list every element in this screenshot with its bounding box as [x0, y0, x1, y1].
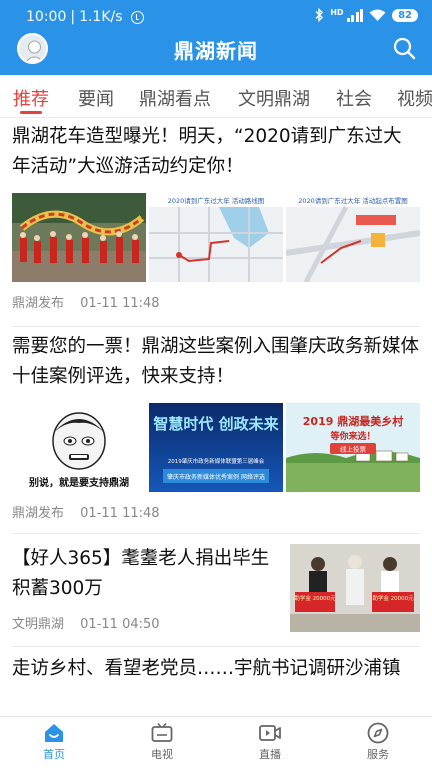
- tab-video[interactable]: 视频: [397, 85, 432, 111]
- news-thumbnails: 2020请到广东过大年 活动路线图 2020请到广东过大年 活动起点布置图: [12, 193, 420, 282]
- status-speed: 1.1K/s: [79, 9, 123, 25]
- nav-home-label: 首页: [43, 748, 65, 761]
- search-icon[interactable]: [392, 36, 416, 60]
- divider: [12, 326, 420, 327]
- news-thumbnail: 智慧时代 创政未来 2019肇庆市政务新媒体联盟第三届峰会 肇庆市政务新媒体优秀…: [149, 403, 283, 492]
- village-poster: 2019 鼎湖最美乡村 等你来选！ 线上投票: [286, 403, 420, 492]
- home-icon: [45, 724, 63, 742]
- donation-photo: 助学金 20000元 助学金 20000元: [290, 544, 420, 632]
- news-meta: 鼎湖发布 01-11 11:48: [12, 502, 160, 521]
- news-thumbnail: 2019 鼎湖最美乡村 等你来选！ 线上投票: [286, 403, 420, 492]
- news-thumbnail: 2020请到广东过大年 活动起点布置图: [286, 193, 420, 282]
- tab-society[interactable]: 社会: [336, 85, 372, 111]
- news-thumbnail: 2020请到广东过大年 活动路线图: [149, 193, 283, 282]
- live-video-icon: [259, 725, 281, 741]
- news-feed: 鼎湖花车造型曝光！明天，“2020请到广东过大年活动”大巡游活动约定你！ 202…: [0, 118, 432, 716]
- wifi-icon: [369, 9, 386, 21]
- nav-tv[interactable]: 电视: [108, 717, 216, 768]
- news-thumbnail: 别说，就是要支持鼎湖: [12, 403, 146, 492]
- nav-tv-label: 电视: [151, 748, 173, 761]
- news-item[interactable]: 鼎湖花车造型曝光！明天，“2020请到广东过大年活动”大巡游活动约定你！ 202…: [0, 118, 432, 322]
- news-item[interactable]: 【好人365】耄耋老人捐出毕生积蓄300万 文明鼎湖 01-11 04:50 助…: [0, 538, 432, 638]
- news-time: 01-11 04:50: [80, 617, 160, 632]
- tab-dinghu-highlights[interactable]: 鼎湖看点: [139, 85, 211, 111]
- meme-caption: 别说，就是要支持鼎湖: [28, 476, 129, 489]
- news-title: 走访乡村、看望老党员……宇航书记调研沙浦镇: [12, 658, 401, 679]
- nav-live-label: 直播: [259, 748, 281, 761]
- status-time: 10:00: [26, 9, 67, 25]
- summit-banner: 肇庆市政务新媒体优秀案例 网络评选: [167, 473, 265, 481]
- news-title: 【好人365】耄耋老人捐出毕生积蓄300万: [12, 548, 270, 599]
- news-meta: 文明鼎湖 01-11 04:50: [12, 613, 160, 632]
- nav-services[interactable]: 服务: [324, 717, 432, 768]
- route-map: 2020请到广东过大年 活动路线图: [149, 193, 283, 282]
- app-title: 鼎湖新闻: [174, 39, 258, 63]
- tv-icon: [151, 722, 173, 742]
- news-source: 鼎湖发布: [12, 296, 65, 311]
- category-tabs: 推荐 要闻 鼎湖看点 文明鼎湖 社会 视频: [0, 75, 432, 118]
- news-time: 01-11 11:48: [80, 506, 160, 521]
- meme-face-image: 别说，就是要支持鼎湖: [12, 403, 146, 492]
- news-thumbnails: 别说，就是要支持鼎湖 智慧时代 创政未来 2019肇庆市政务新媒体联盟第三届峰会…: [12, 403, 420, 492]
- news-time: 01-11 11:48: [80, 296, 160, 311]
- divider: [12, 646, 420, 647]
- donation-board-right: 助学金 20000元: [372, 594, 414, 602]
- tab-recommend[interactable]: 推荐: [13, 85, 49, 111]
- news-title: 需要您的一票！鼎湖这些案例入围肇庆政务新媒体十佳案例评选，快来支持！: [12, 336, 420, 387]
- header-bar: 10:00 | 1.1K/s HD 82 鼎湖新闻: [0, 0, 432, 75]
- news-thumbnail: 助学金 20000元 助学金 20000元: [290, 544, 420, 632]
- news-item[interactable]: 需要您的一票！鼎湖这些案例入围肇庆政务新媒体十佳案例评选，快来支持！ 别说，就是…: [0, 328, 432, 528]
- summit-subtitle: 2019肇庆市政务新媒体联盟第三届峰会: [168, 457, 265, 465]
- active-tab-indicator: [20, 111, 42, 114]
- venue-map: 2020请到广东过大年 活动起点布置图: [286, 193, 420, 282]
- alarm-icon: [130, 10, 144, 24]
- village-subtitle: 等你来选！: [329, 430, 375, 442]
- bottom-navigation: 首页 电视 直播 服务: [0, 716, 432, 768]
- tab-headlines[interactable]: 要闻: [78, 85, 114, 111]
- network-type-label: HD: [330, 8, 344, 17]
- village-title: 2019 鼎湖最美乡村: [303, 414, 403, 428]
- route-map-caption: 2020请到广东过大年 活动路线图: [168, 196, 265, 205]
- venue-map-caption: 2020请到广东过大年 活动起点布置图: [298, 196, 408, 205]
- status-bar: 10:00 | 1.1K/s HD 82: [0, 0, 432, 34]
- news-source: 鼎湖发布: [12, 506, 65, 521]
- signal-icon: [346, 8, 364, 22]
- compass-icon: [367, 722, 389, 744]
- bluetooth-icon: [315, 8, 324, 22]
- tab-civilized-dinghu[interactable]: 文明鼎湖: [238, 85, 310, 111]
- nav-live[interactable]: 直播: [216, 717, 324, 768]
- village-vote-label: 线上投票: [340, 445, 367, 454]
- summit-slogan: 智慧时代 创政未来: [153, 415, 279, 433]
- news-title: 鼎湖花车造型曝光！明天，“2020请到广东过大年活动”大巡游活动约定你！: [12, 126, 402, 177]
- nav-home[interactable]: 首页: [0, 717, 108, 768]
- battery-indicator: 82: [392, 8, 418, 22]
- donation-board-left: 助学金 20000元: [294, 594, 336, 602]
- parade-photo: [12, 193, 146, 282]
- news-item[interactable]: 走访乡村、看望老党员……宇航书记调研沙浦镇: [0, 650, 432, 716]
- status-separator: |: [70, 9, 76, 25]
- news-thumbnail: [12, 193, 146, 282]
- nav-services-label: 服务: [367, 748, 389, 761]
- divider: [12, 533, 420, 534]
- summit-poster: 智慧时代 创政未来 2019肇庆市政务新媒体联盟第三届峰会 肇庆市政务新媒体优秀…: [149, 403, 283, 492]
- news-source: 文明鼎湖: [12, 617, 65, 632]
- news-meta: 鼎湖发布 01-11 11:48: [12, 292, 160, 311]
